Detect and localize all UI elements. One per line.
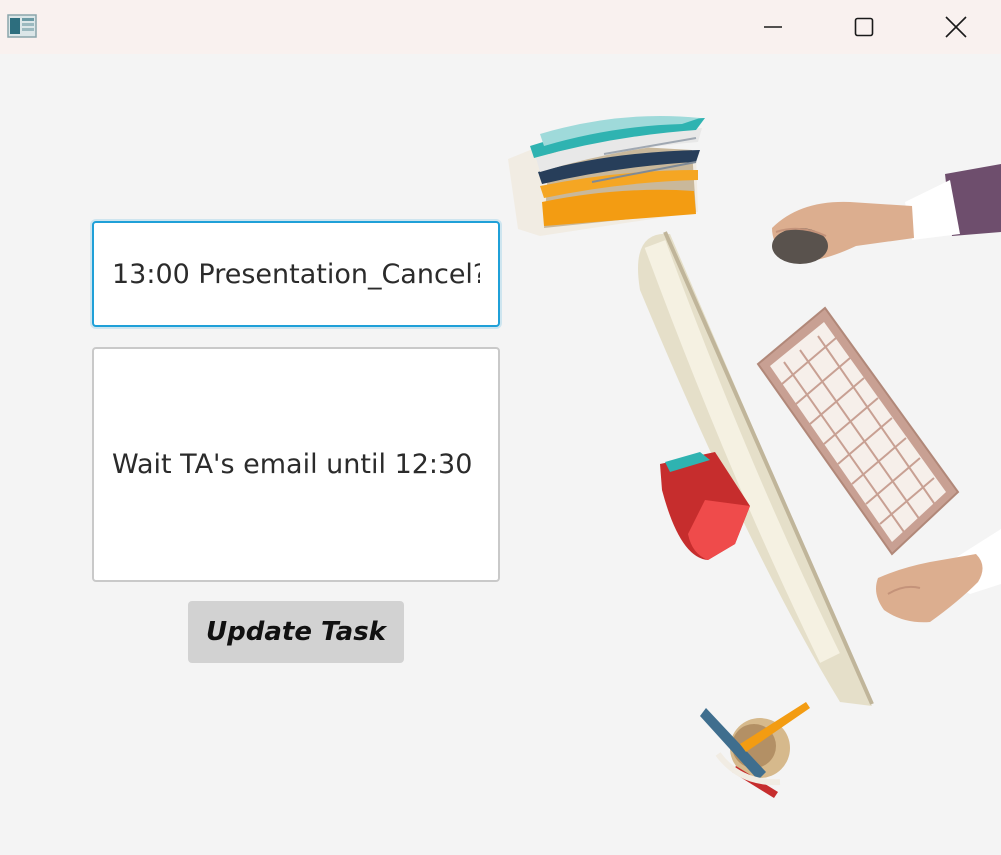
close-icon — [945, 16, 967, 38]
folder-icon — [508, 116, 705, 236]
pencil-cup-icon — [700, 702, 810, 798]
app-icon — [7, 14, 37, 38]
title-bar[interactable] — [0, 0, 1001, 54]
task-title-input[interactable] — [92, 221, 500, 327]
minimize-icon — [764, 26, 782, 28]
maximize-icon — [854, 17, 874, 37]
maximize-button[interactable] — [841, 0, 887, 54]
task-description-text: Wait TA's email until 12:30 — [112, 449, 473, 480]
hand-on-mouse-icon — [772, 164, 1001, 264]
minimize-button[interactable] — [750, 0, 796, 54]
close-button[interactable] — [933, 0, 979, 54]
task-description-input[interactable]: Wait TA's email until 12:30 — [92, 347, 500, 582]
desk-illustration — [508, 116, 1001, 798]
update-task-button[interactable]: Update Task — [188, 601, 404, 663]
app-window: Wait TA's email until 12:30 Update Task — [0, 0, 1001, 855]
